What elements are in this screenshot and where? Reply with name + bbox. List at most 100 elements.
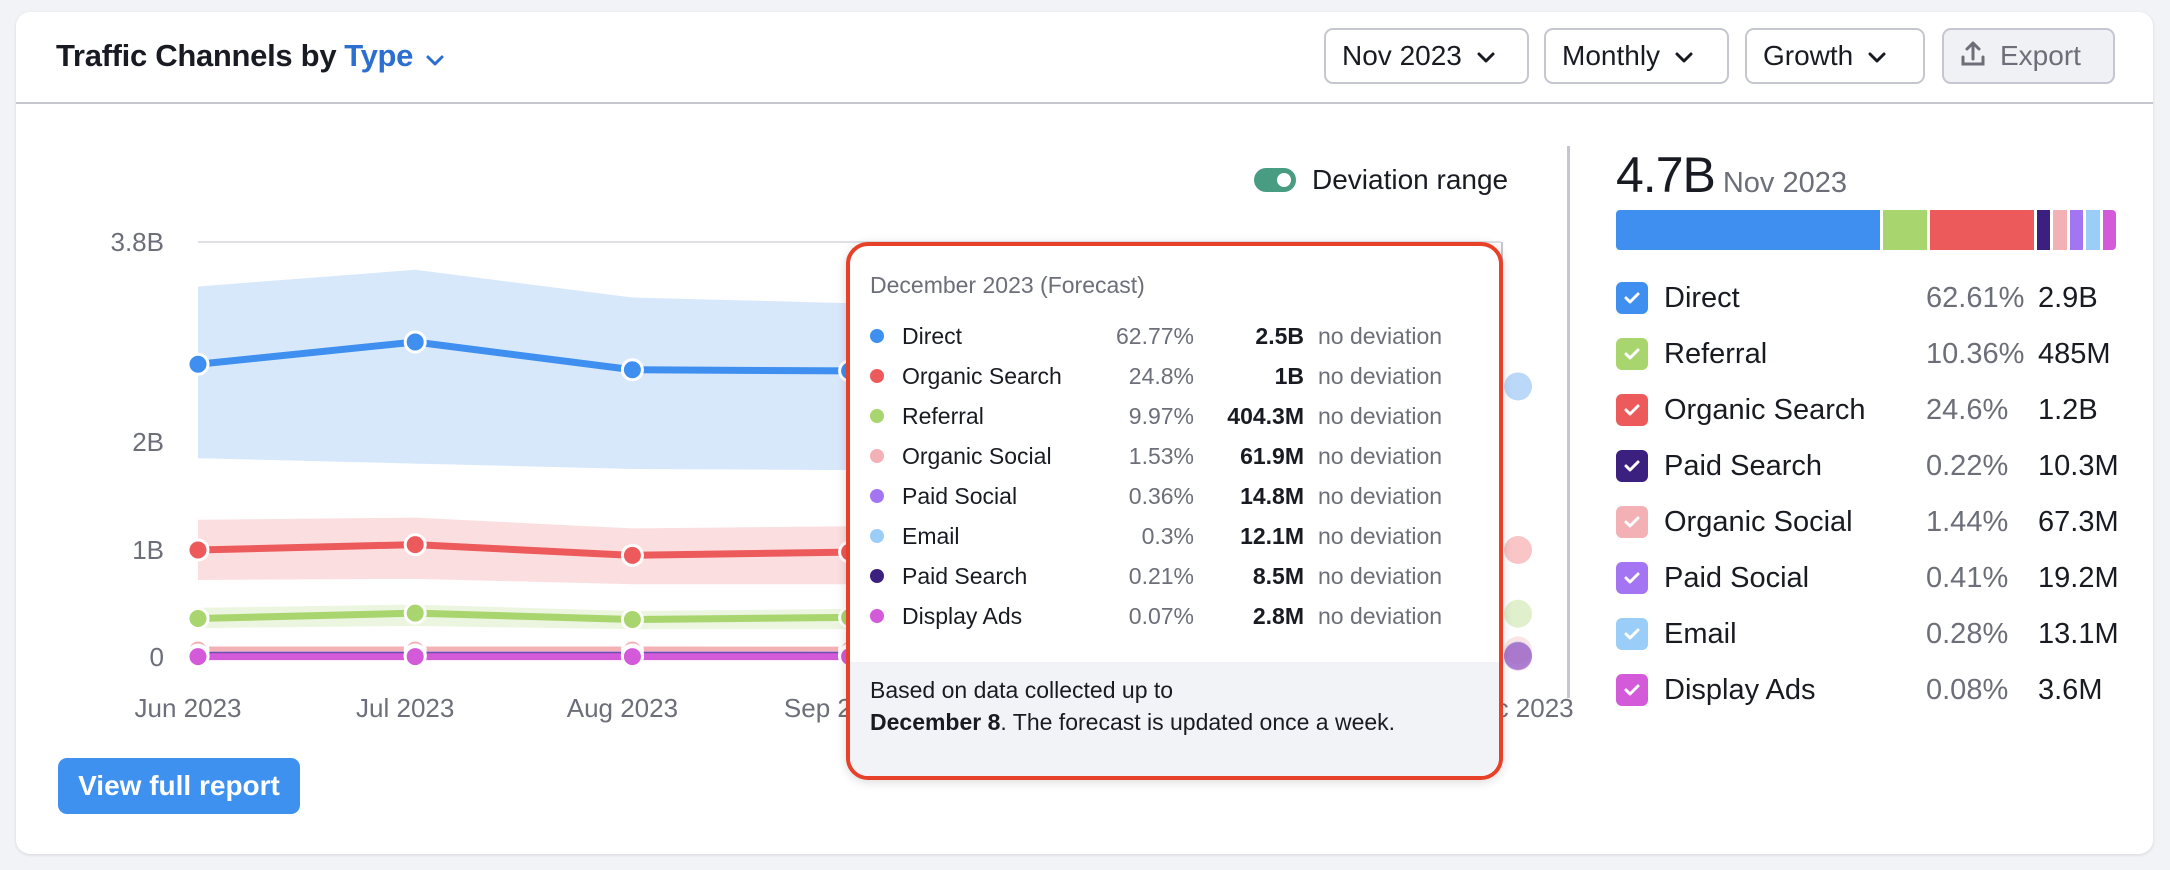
series-dot-icon xyxy=(870,529,884,543)
y-tick-label: 3.8B xyxy=(111,227,165,257)
series-dot-icon xyxy=(870,449,884,463)
footer-date: December 8 xyxy=(870,709,1001,735)
tooltip-deviation: no deviation xyxy=(1318,362,1443,389)
tooltip-pct: 0.07% xyxy=(1128,602,1194,629)
tooltip-value: 2.5B xyxy=(1255,322,1304,349)
series-dot-icon xyxy=(870,489,884,503)
legend-name: Referral xyxy=(1664,337,1768,370)
tooltip-channel: Email xyxy=(902,522,960,549)
legend-pct: 0.22% xyxy=(1926,449,2009,482)
legend-pct: 24.6% xyxy=(1926,393,2009,426)
x-tick-label: Jul 2023 xyxy=(356,693,454,723)
forecast-tooltip: December 2023 (Forecast) Direct 62.77% 2.5… xyxy=(846,242,1503,780)
legend-item[interactable]: Email 0.28% 13.1M xyxy=(1616,606,2136,662)
tooltip-title: December 2023 (Forecast) xyxy=(870,272,1145,298)
chevron-down-icon xyxy=(1867,40,1887,72)
tooltip-row: Organic Social 1.53% 61.9M no deviation xyxy=(870,436,1490,476)
tooltip-channel: Organic Search xyxy=(902,362,1062,389)
summary-panel: 4.7B Nov 2023 Direct 62.61% 2.9B Referral 10.… xyxy=(1616,146,2136,718)
data-point xyxy=(620,608,644,632)
series-dot-icon xyxy=(870,609,884,623)
period-select-value: Monthly xyxy=(1562,40,1661,71)
share-stacked-bar xyxy=(1616,210,2116,250)
legend-value: 13.1M xyxy=(2038,617,2119,650)
legend-pct: 0.41% xyxy=(1926,561,2009,594)
stack-segment-display-ads xyxy=(2102,210,2116,250)
tooltip-pct: 0.36% xyxy=(1128,482,1194,509)
period-select[interactable]: Monthly xyxy=(1544,28,1729,84)
data-point xyxy=(403,601,427,625)
y-tick-label: 0 xyxy=(150,642,164,672)
checkbox-checked-icon[interactable] xyxy=(1616,506,1648,538)
export-button[interactable]: Export xyxy=(1942,28,2115,84)
data-point xyxy=(186,538,210,562)
tooltip-deviation: no deviation xyxy=(1318,402,1443,429)
legend-item[interactable]: Paid Search 0.22% 10.3M xyxy=(1616,438,2136,494)
checkbox-checked-icon[interactable] xyxy=(1616,618,1648,650)
metric-select[interactable]: Growth xyxy=(1745,28,1925,84)
legend-item[interactable]: Referral 10.36% 485M xyxy=(1616,326,2136,382)
series-dot-icon xyxy=(870,569,884,583)
checkbox-checked-icon[interactable] xyxy=(1616,338,1648,370)
chevron-down-icon xyxy=(1674,40,1694,72)
footer-text: Based on data collected up to xyxy=(870,677,1174,703)
legend-item[interactable]: Organic Social 1.44% 67.3M xyxy=(1616,494,2136,550)
legend-item[interactable]: Display Ads 0.08% 3.6M xyxy=(1616,662,2136,718)
series-dot-icon xyxy=(870,329,884,343)
view-full-report-button[interactable]: View full report xyxy=(58,758,300,814)
checkbox-checked-icon[interactable] xyxy=(1616,282,1648,314)
legend-item[interactable]: Direct 62.61% 2.9B xyxy=(1616,270,2136,326)
tooltip-value: 8.5M xyxy=(1252,562,1304,589)
legend-pct: 1.44% xyxy=(1926,505,2009,538)
total-traffic: 4.7B Nov 2023 xyxy=(1616,146,2136,204)
date-select[interactable]: Nov 2023 xyxy=(1324,28,1529,84)
checkbox-checked-icon[interactable] xyxy=(1616,562,1648,594)
x-tick-label: Jun 2023 xyxy=(135,693,242,723)
legend-value: 2.9B xyxy=(2038,281,2098,314)
legend-value: 67.3M xyxy=(2038,505,2119,538)
stack-segment-paid-social xyxy=(2069,210,2083,250)
forecast-point xyxy=(1504,372,1532,401)
upload-icon xyxy=(1960,39,1986,74)
stack-segment-organic-social xyxy=(2053,210,2067,250)
tooltip-pct: 9.97% xyxy=(1128,402,1194,429)
tooltip-row: Referral 9.97% 404.3M no deviation xyxy=(870,396,1490,436)
legend-pct: 10.36% xyxy=(1926,337,2025,370)
legend-value: 3.6M xyxy=(2038,673,2103,706)
tooltip-deviation: no deviation xyxy=(1318,482,1443,509)
tooltip-pct: 0.3% xyxy=(1141,522,1194,549)
tooltip-row: Display Ads 0.07% 2.8M no deviation xyxy=(870,596,1490,636)
data-point xyxy=(403,330,427,354)
legend-name: Direct xyxy=(1664,281,1740,314)
channel-legend: Direct 62.61% 2.9B Referral 10.36% 485M Organi… xyxy=(1616,270,2136,718)
title-prefix: Traffic Channels by xyxy=(56,38,337,73)
forecast-point xyxy=(1504,599,1532,628)
tooltip-row: Paid Search 0.21% 8.5M no deviation xyxy=(870,556,1490,596)
checkbox-checked-icon[interactable] xyxy=(1616,394,1648,426)
footer-text-post: . The forecast is updated once a week. xyxy=(1000,709,1396,735)
total-date: Nov 2023 xyxy=(1722,167,1848,199)
legend-value: 485M xyxy=(2038,337,2111,370)
tooltip-pct: 62.77% xyxy=(1115,322,1194,349)
tooltip-row: Organic Search 24.8% 1B no deviation xyxy=(870,356,1490,396)
tooltip-value: 12.1M xyxy=(1240,522,1304,549)
tooltip-channel: Paid Search xyxy=(902,562,1028,589)
stack-segment-email xyxy=(2086,210,2100,250)
data-point xyxy=(620,645,644,669)
x-tick-label: Aug 2023 xyxy=(567,693,678,723)
type-dropdown[interactable]: Type xyxy=(344,38,413,73)
chevron-down-icon[interactable] xyxy=(425,40,445,76)
checkbox-checked-icon[interactable] xyxy=(1616,450,1648,482)
legend-pct: 0.08% xyxy=(1926,673,2009,706)
tooltip-row: Email 0.3% 12.1M no deviation xyxy=(870,516,1490,556)
traffic-channels-card: Traffic Channels by Type Nov 2023 Monthly… xyxy=(16,12,2153,854)
y-tick-label: 1B xyxy=(132,535,164,565)
data-point xyxy=(620,543,644,567)
tooltip-channel: Referral xyxy=(902,402,984,429)
legend-item[interactable]: Paid Social 0.41% 19.2M xyxy=(1616,550,2136,606)
tooltip-channel: Paid Social xyxy=(902,482,1018,509)
data-point xyxy=(186,645,210,669)
legend-item[interactable]: Organic Search 24.6% 1.2B xyxy=(1616,382,2136,438)
series-dot-icon xyxy=(870,409,884,423)
checkbox-checked-icon[interactable] xyxy=(1616,674,1648,706)
